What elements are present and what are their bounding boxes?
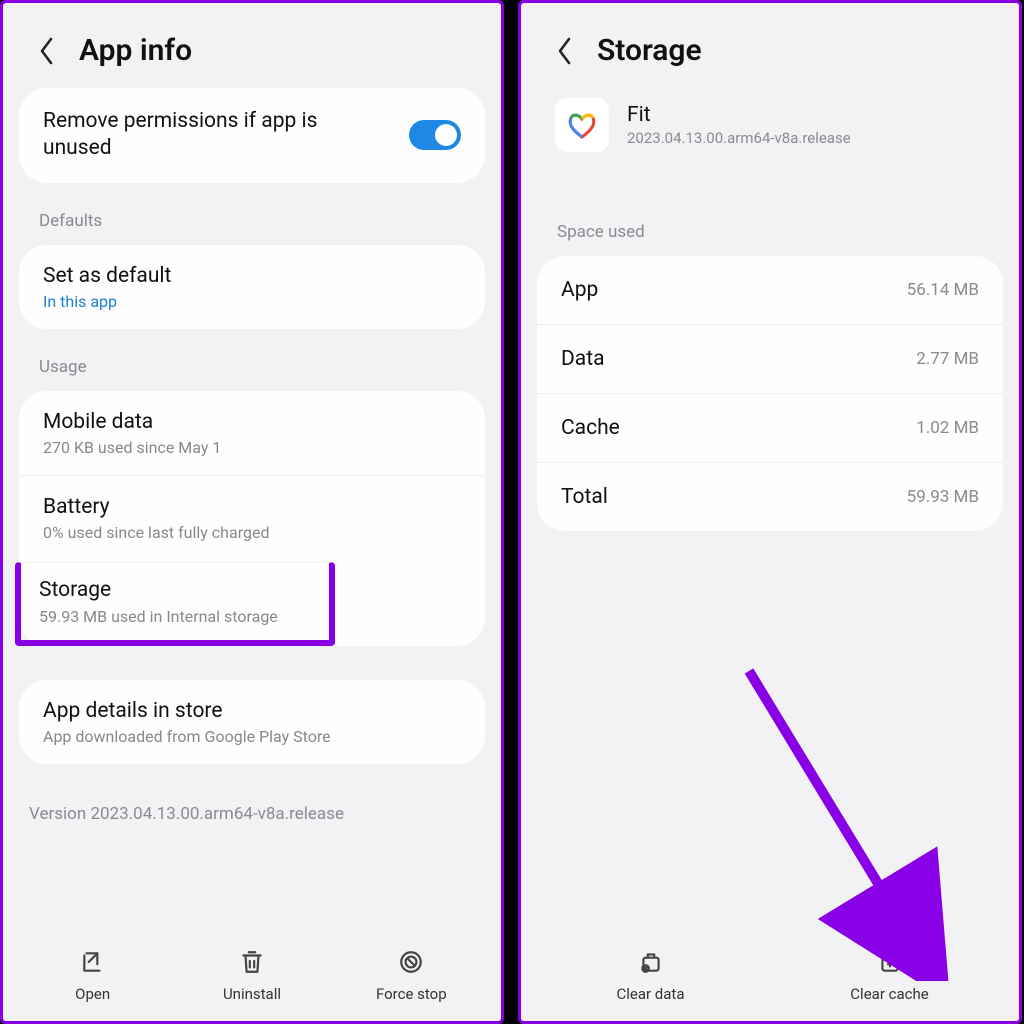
- uninstall-label: Uninstall: [223, 985, 281, 1003]
- app-header: Fit 2023.04.13.00.arm64-v8a.release: [537, 88, 1003, 172]
- permission-toggle-row[interactable]: Remove permissions if app is unused: [19, 88, 485, 183]
- defaults-card: Set as default In this app: [19, 245, 485, 329]
- back-icon[interactable]: [33, 37, 61, 65]
- open-label: Open: [75, 985, 110, 1003]
- mobile-data-sub: 270 KB used since May 1: [43, 438, 461, 457]
- uninstall-button[interactable]: Uninstall: [202, 949, 302, 1003]
- app-icon: [555, 98, 609, 152]
- data-size-val: 2.77 MB: [916, 349, 979, 369]
- app-info-screen: App info Remove permissions if app is un…: [0, 0, 504, 1024]
- set-as-default-row[interactable]: Set as default In this app: [19, 245, 485, 329]
- app-size-label: App: [561, 278, 598, 302]
- clear-data-button[interactable]: Clear data: [601, 949, 701, 1003]
- clear-cache-label: Clear cache: [850, 985, 928, 1003]
- app-size-val: 56.14 MB: [907, 280, 979, 300]
- page-title: Storage: [597, 33, 702, 68]
- forbid-icon: [398, 949, 424, 979]
- page-title: App info: [79, 33, 192, 68]
- permission-toggle-label: Remove permissions if app is unused: [43, 108, 409, 163]
- content: Remove permissions if app is unused Defa…: [3, 88, 501, 931]
- app-details-row[interactable]: App details in store App downloaded from…: [19, 680, 485, 764]
- mobile-data-title: Mobile data: [43, 409, 461, 436]
- app-size-row: App 56.14 MB: [537, 256, 1003, 324]
- usage-card: Mobile data 270 KB used since May 1 Batt…: [19, 391, 485, 646]
- storage-title: Storage: [39, 577, 311, 604]
- toggle-switch[interactable]: [409, 120, 461, 150]
- header: App info: [3, 3, 501, 88]
- open-button[interactable]: Open: [43, 949, 143, 1003]
- battery-sub: 0% used since last fully charged: [43, 523, 461, 542]
- data-size-row: Data 2.77 MB: [537, 324, 1003, 393]
- space-used-label: Space used: [537, 172, 1003, 256]
- header: Storage: [521, 3, 1019, 88]
- trash-icon: [239, 949, 265, 979]
- app-meta: Fit 2023.04.13.00.arm64-v8a.release: [627, 103, 851, 147]
- battery-row[interactable]: Battery 0% used since last fully charged: [19, 475, 485, 560]
- app-details-sub: App downloaded from Google Play Store: [43, 727, 461, 746]
- app-details-title: App details in store: [43, 698, 461, 725]
- battery-title: Battery: [43, 494, 461, 521]
- fit-heart-icon: [564, 107, 600, 143]
- storage-row[interactable]: Storage 59.93 MB used in Internal storag…: [15, 562, 335, 645]
- set-as-default-sub: In this app: [43, 292, 461, 311]
- data-size-label: Data: [561, 347, 605, 371]
- cache-size-label: Cache: [561, 416, 620, 440]
- mobile-data-row[interactable]: Mobile data 270 KB used since May 1: [19, 391, 485, 475]
- cache-size-val: 1.02 MB: [916, 418, 979, 438]
- total-size-val: 59.93 MB: [907, 487, 979, 507]
- app-details-card: App details in store App downloaded from…: [19, 680, 485, 764]
- app-name: Fit: [627, 103, 851, 127]
- back-icon[interactable]: [551, 37, 579, 65]
- content: Fit 2023.04.13.00.arm64-v8a.release Spac…: [521, 88, 1019, 931]
- clear-data-label: Clear data: [616, 985, 684, 1003]
- open-icon: [80, 949, 106, 979]
- storage-sub: 59.93 MB used in Internal storage: [39, 607, 311, 626]
- force-stop-label: Force stop: [376, 985, 447, 1003]
- clear-cache-icon: [877, 949, 903, 979]
- app-version: 2023.04.13.00.arm64-v8a.release: [627, 129, 851, 147]
- clear-cache-button[interactable]: Clear cache: [840, 949, 940, 1003]
- version-text: Version 2023.04.13.00.arm64-v8a.release: [19, 774, 485, 844]
- storage-screen: Storage Fit 2023.04.13.00.arm64-v8a.rele…: [518, 0, 1022, 1024]
- bottom-bar: Clear data Clear cache: [521, 931, 1019, 1021]
- force-stop-button[interactable]: Force stop: [361, 949, 461, 1003]
- cache-size-row: Cache 1.02 MB: [537, 393, 1003, 462]
- space-used-card: App 56.14 MB Data 2.77 MB Cache 1.02 MB …: [537, 256, 1003, 531]
- set-as-default-title: Set as default: [43, 263, 461, 290]
- clear-data-icon: [638, 949, 664, 979]
- total-size-label: Total: [561, 485, 608, 509]
- total-size-row: Total 59.93 MB: [537, 462, 1003, 531]
- defaults-section-label: Defaults: [19, 193, 485, 245]
- bottom-bar: Open Uninstall Force stop: [3, 931, 501, 1021]
- usage-section-label: Usage: [19, 339, 485, 391]
